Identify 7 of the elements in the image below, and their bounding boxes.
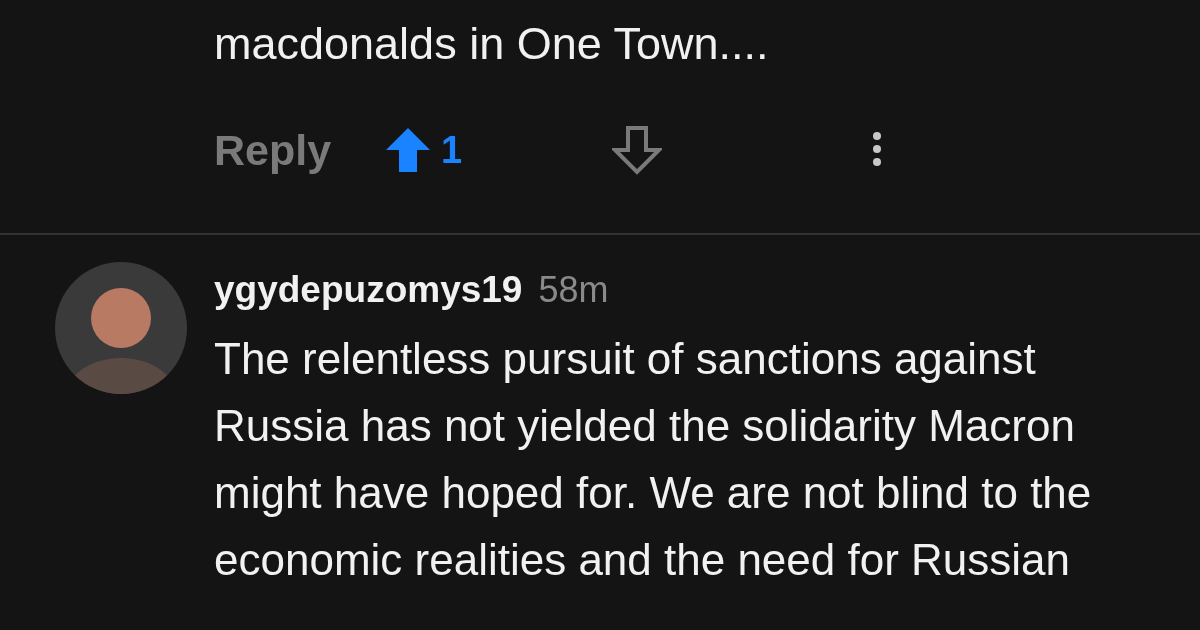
comment-text: The relentless pursuit of sanctions against Russia has not yielded the solidarity Macron might have hoped for. We are not blind to the economic realities and the need for Russian: [214, 333, 1093, 586]
reply-button[interactable]: Reply: [214, 125, 332, 175]
downvote-button[interactable]: [612, 125, 663, 175]
username[interactable]: ygydepuzomys19: [214, 269, 523, 311]
comment-text: macdonalds in One Town....: [214, 17, 770, 71]
timestamp: 58m: [538, 269, 609, 311]
vote-count: 1: [441, 128, 463, 172]
